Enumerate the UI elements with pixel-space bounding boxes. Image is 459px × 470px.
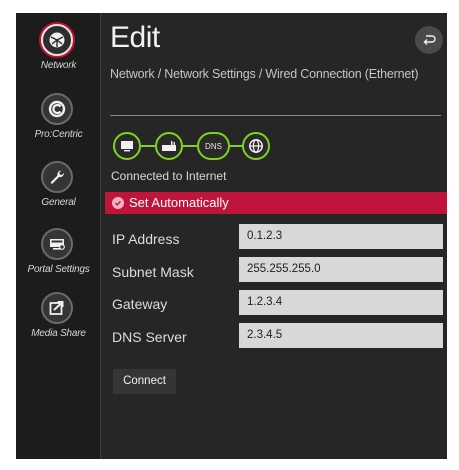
procentric-icon: [41, 93, 73, 125]
gateway-label: Gateway: [112, 296, 168, 312]
network-icon: [41, 24, 73, 56]
header-divider: [110, 115, 441, 116]
sidebar-item-network[interactable]: Network: [16, 24, 101, 82]
sidebar-item-label: General: [41, 197, 76, 208]
sidebar-item-general[interactable]: General: [16, 161, 101, 219]
portal-icon: [41, 228, 73, 260]
sidebar-item-portal-settings[interactable]: Portal Settings: [16, 228, 101, 286]
dns-server-field[interactable]: 2.3.4.5: [239, 323, 443, 348]
sidebar-item-procentric[interactable]: Pro:Centric: [16, 93, 101, 151]
subnet-mask-field[interactable]: 255.255.255.0: [239, 257, 443, 282]
back-arrow-icon: [423, 35, 436, 45]
connection-line: [141, 145, 155, 147]
dns-node: DNS: [197, 132, 230, 160]
breadcrumb: Network / Network Settings / Wired Conne…: [110, 67, 419, 81]
back-button[interactable]: [415, 26, 443, 54]
connection-status: Connected to Internet: [111, 169, 227, 183]
sidebar-item-label: Network: [40, 60, 77, 71]
gateway-field[interactable]: 1.2.3.4: [239, 290, 443, 315]
set-automatically-label: Set Automatically: [129, 195, 229, 210]
sidebar-item-media-share[interactable]: Media Share: [16, 292, 101, 350]
settings-window: Network Pro:Centric General Portal Setti…: [16, 13, 447, 459]
page-title: Edit: [110, 21, 160, 54]
check-icon: [112, 197, 124, 209]
connect-button[interactable]: Connect: [113, 369, 176, 394]
ip-address-label: IP Address: [112, 231, 180, 247]
dns-label: DNS: [205, 141, 222, 151]
connection-line: [183, 145, 197, 147]
sidebar-item-label: Media Share: [31, 328, 86, 339]
globe-icon: [242, 132, 270, 160]
dns-server-label: DNS Server: [112, 329, 187, 345]
sidebar: Network Pro:Centric General Portal Setti…: [16, 13, 101, 459]
router-icon: [155, 132, 183, 160]
tv-icon: [113, 132, 141, 160]
sidebar-item-label: Pro:Centric: [34, 129, 83, 140]
ip-address-field[interactable]: 0.1.2.3: [239, 224, 443, 249]
share-icon: [41, 292, 73, 324]
sidebar-item-label: Portal Settings: [27, 264, 90, 275]
set-automatically-toggle[interactable]: Set Automatically: [105, 192, 447, 214]
wrench-icon: [41, 161, 73, 193]
subnet-mask-label: Subnet Mask: [112, 264, 194, 280]
connection-line: [230, 145, 242, 147]
